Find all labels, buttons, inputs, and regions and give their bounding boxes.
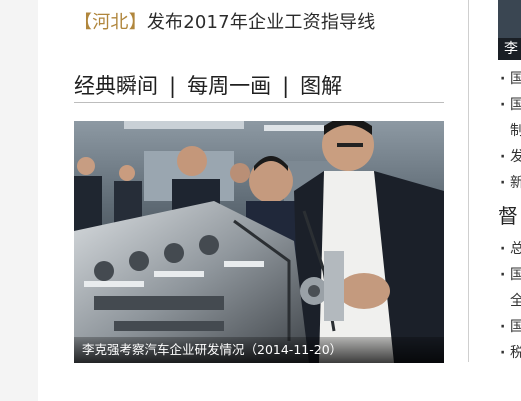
featured-photo[interactable]: 李克强考察汽车企业研发情况（2014-11-20） [74, 121, 444, 363]
region-tag[interactable]: 【河北】 [74, 12, 147, 33]
column-divider [468, 0, 469, 362]
list-item[interactable]: · 国 [498, 314, 521, 340]
list-item-continuation[interactable]: 制 [498, 118, 521, 144]
bullet-icon: · [500, 319, 506, 335]
list-item[interactable]: · 国 [498, 66, 521, 92]
tab-classic-moments[interactable]: 经典瞬间 [74, 70, 158, 100]
page: 【河北】发布2017年企业工资指导线 经典瞬间 | 每周一画 | 图解 李克强考… [38, 0, 521, 401]
list-item[interactable]: · 新 [498, 170, 521, 196]
sidebar-section-heading: 督 [498, 204, 518, 228]
tab-infographic[interactable]: 图解 [300, 70, 342, 100]
bullet-icon: · [500, 97, 506, 113]
tab-separator: | [282, 74, 290, 98]
list-item[interactable]: · 国 [498, 92, 521, 118]
bullet-icon: · [500, 267, 506, 283]
photo-image [74, 121, 444, 363]
list-item[interactable]: · 国 [498, 262, 521, 288]
sidebar-news-list: · 国 · 国 制 · 发 · 新 督 · 总 · 国 全 · 国 · 税 [498, 66, 521, 366]
list-item-continuation[interactable]: 全 [498, 288, 521, 314]
bullet-icon: · [500, 345, 506, 361]
tab-weekly-picture[interactable]: 每周一画 [187, 70, 271, 100]
bullet-icon: · [500, 175, 506, 191]
news-headline-link[interactable]: 【河北】发布2017年企业工资指导线 [74, 8, 375, 34]
list-item[interactable]: · 总 [498, 236, 521, 262]
right-sidebar: 李 · 国 · 国 制 · 发 · 新 督 · 总 · 国 全 · 国 · 税 [498, 0, 521, 401]
sidebar-thumbnail[interactable]: 李 [498, 0, 521, 60]
tab-separator: | [169, 74, 177, 98]
bullet-icon: · [500, 149, 506, 165]
list-item[interactable]: · 发 [498, 144, 521, 170]
photo-caption[interactable]: 李克强考察汽车企业研发情况（2014-11-20） [74, 337, 444, 363]
bullet-icon: · [500, 71, 506, 87]
news-title[interactable]: 发布2017年企业工资指导线 [147, 12, 376, 33]
bullet-icon: · [500, 241, 506, 257]
list-item[interactable]: · 税 [498, 340, 521, 366]
photo-tabs: 经典瞬间 | 每周一画 | 图解 [74, 70, 444, 103]
sidebar-thumbnail-caption: 李 [498, 38, 521, 60]
